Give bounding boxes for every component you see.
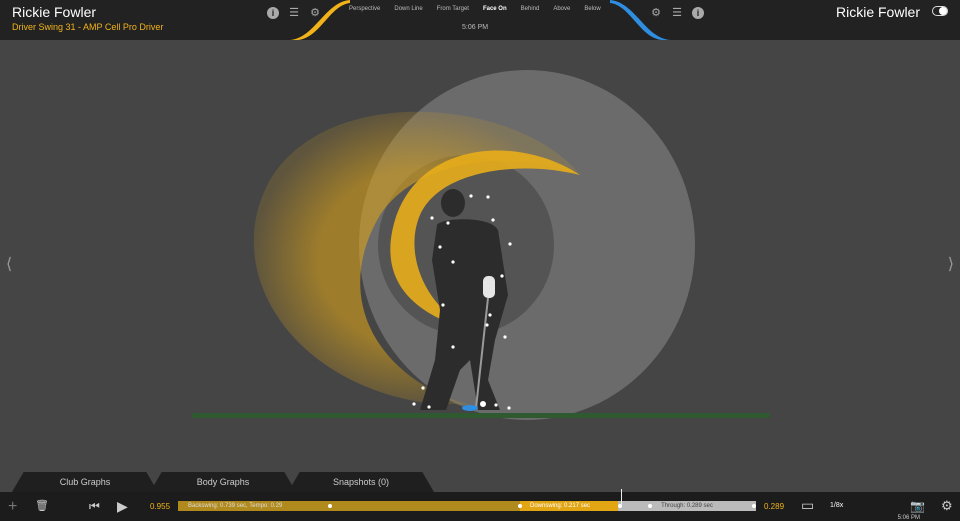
list-icon-right[interactable]: ☰ (671, 7, 683, 19)
view-down-line[interactable]: Down Line (387, 6, 429, 12)
view-below[interactable]: Below (577, 6, 607, 12)
right-toolbar: ⚙ ☰ i (650, 7, 704, 19)
add-icon[interactable]: + (8, 498, 17, 516)
player-name-right[interactable]: Rickie Fowler (836, 4, 920, 20)
golfer-hands (483, 276, 495, 298)
prev-swing-icon[interactable]: ⟨ (6, 254, 12, 274)
ground-mat (192, 413, 770, 418)
view-above[interactable]: Above (546, 6, 577, 12)
club-head (462, 405, 478, 411)
bottom-clock: 5:06 PM (897, 515, 920, 521)
view-from-target[interactable]: From Target (430, 6, 476, 12)
timeline-marker[interactable] (648, 504, 652, 508)
playback-bar: + 🗑 ⏮ ▶ 0.955 Backswing: 0.739 sec, Temp… (0, 489, 960, 521)
tab-club-graphs[interactable]: Club Graphs (12, 472, 158, 492)
blue-swoosh (610, 0, 670, 40)
timeline-marker[interactable] (518, 504, 522, 508)
end-time-value: 0.289 (764, 502, 785, 511)
settings-gear-icon[interactable]: ⚙ (941, 498, 953, 514)
compare-toggle[interactable] (932, 6, 948, 16)
player-name-left[interactable]: Rickie Fowler (12, 4, 96, 20)
next-swing-icon[interactable]: ⟩ (948, 254, 954, 274)
toggle-knob (939, 7, 947, 15)
playhead[interactable] (621, 489, 622, 505)
timeline-marker[interactable] (328, 504, 332, 508)
swing-name[interactable]: Driver Swing 31 - AMP Cell Pro Driver (12, 22, 163, 32)
through-segment[interactable]: Through: 0.289 sec (618, 501, 756, 511)
backswing-segment[interactable]: Backswing: 0.739 sec, Tempo: 0.29 (178, 501, 520, 511)
clock: 5:06 PM (462, 24, 489, 31)
playback-speed[interactable]: 1/8x (830, 502, 843, 509)
info-icon-right[interactable]: i (692, 7, 704, 19)
golf-ball (480, 401, 486, 407)
tab-snapshots[interactable]: Snapshots (0) (288, 472, 434, 492)
trash-icon[interactable]: 🗑 (35, 499, 49, 512)
top-bar: Rickie Fowler Driver Swing 31 - AMP Cell… (0, 0, 960, 40)
frame-icon[interactable]: ▭ (801, 497, 814, 514)
camera-icon[interactable]: 📷 (910, 499, 925, 513)
info-icon[interactable]: i (267, 7, 279, 19)
tab-body-graphs[interactable]: Body Graphs (150, 472, 296, 492)
swing-scene[interactable] (0, 40, 960, 472)
start-time-value: 0.955 (150, 502, 171, 511)
view-face-on[interactable]: Face On (476, 6, 514, 12)
swing-timeline[interactable]: Backswing: 0.739 sec, Tempo: 0.29 Downsw… (178, 501, 756, 511)
rewind-icon[interactable]: ⏮ (89, 499, 100, 514)
graph-tabs: Club Graphs Body Graphs Snapshots (0) (0, 472, 960, 492)
view-behind[interactable]: Behind (514, 6, 547, 12)
view-selector: Perspective Down Line From Target Face O… (342, 6, 608, 12)
downswing-segment[interactable]: Downswing: 0.217 sec (520, 501, 618, 511)
play-icon[interactable]: ▶ (117, 498, 128, 515)
gold-swoosh (290, 0, 350, 40)
view-perspective[interactable]: Perspective (342, 6, 387, 12)
gear-icon-right[interactable]: ⚙ (650, 7, 662, 19)
timeline-marker[interactable] (752, 504, 756, 508)
